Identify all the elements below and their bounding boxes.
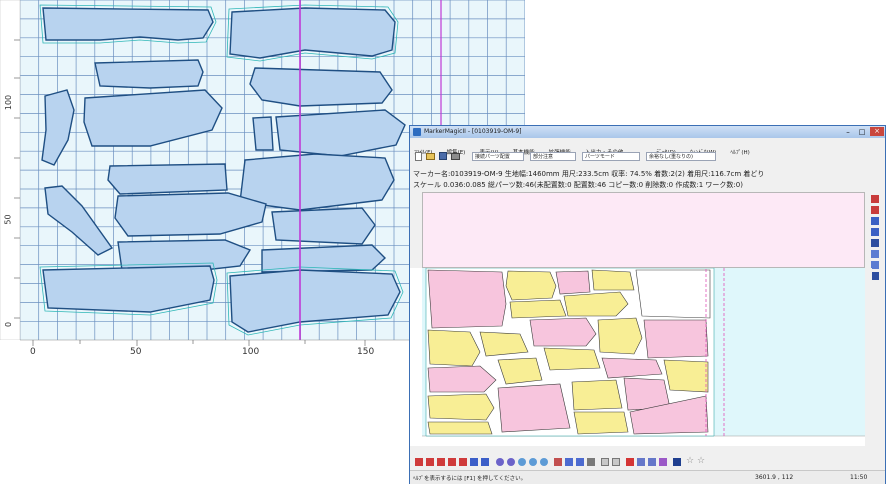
back-piece-9 (107, 163, 228, 195)
back-piece-4 (249, 67, 393, 107)
fit-view-icon[interactable] (540, 458, 548, 466)
window-title: MarkerMagicII - [0103919-OM-9] (424, 128, 522, 135)
side-flip-icon[interactable] (871, 261, 879, 269)
back-piece-2 (229, 7, 396, 59)
side-arrow-down-icon[interactable] (871, 206, 879, 214)
maximize-button[interactable]: □ (856, 128, 868, 136)
parts-mode-combo[interactable]: パーツモード (582, 152, 640, 161)
paste-icon[interactable] (648, 458, 656, 466)
back-piece-13 (271, 207, 376, 245)
flip-v-icon[interactable] (576, 458, 584, 466)
x-tick-50: 50 (130, 347, 142, 357)
star-icon-2[interactable]: ☆ (697, 456, 705, 466)
marker-piece-7 (563, 291, 629, 317)
save-icon[interactable] (439, 152, 447, 160)
flip-h-icon[interactable] (565, 458, 573, 466)
move-right-icon[interactable] (448, 458, 456, 466)
rotate-left-icon[interactable] (496, 458, 504, 466)
star-icon-1[interactable]: ☆ (686, 456, 694, 466)
move-left-icon[interactable] (437, 458, 445, 466)
select-all-icon[interactable] (601, 458, 609, 466)
marker-piece-4 (591, 269, 635, 291)
side-play-icon[interactable] (871, 239, 879, 247)
title-bar[interactable]: MarkerMagicII - [0103919-OM-9] – □ × (410, 126, 885, 138)
overlap-combo[interactable]: 余裕なし(重なりの) (646, 152, 716, 161)
marker-piece-2 (505, 270, 557, 301)
caution-combo[interactable]: 部分注意 (530, 152, 576, 161)
new-file-icon[interactable] (415, 152, 422, 161)
lock-icon[interactable] (587, 458, 595, 466)
marker-piece-3 (555, 270, 591, 295)
app-icon (413, 128, 421, 136)
marker-piece-1 (427, 269, 507, 329)
marker-piece-12 (643, 319, 709, 359)
status-bar: ﾍﾙﾌﾟを表示するには [F1] を押してください。 3601.9 , 112 … (410, 470, 885, 484)
deselect-icon[interactable] (612, 458, 620, 466)
marker-piece-19 (497, 383, 571, 433)
marker-piece-18 (427, 393, 495, 421)
marker-piece-9 (479, 331, 529, 357)
side-arrow-left-icon[interactable] (871, 228, 879, 236)
copy-icon[interactable] (637, 458, 645, 466)
marker-piece-17 (663, 359, 709, 393)
marker-info-line: マーカー名:0103919-OM-9 生地幅:1460mm 用尺:233.5cm… (413, 170, 765, 178)
marker-piece-5 (635, 269, 711, 319)
rotate-right-icon[interactable] (507, 458, 515, 466)
back-piece-10 (239, 153, 395, 211)
add-piece-icon[interactable] (470, 458, 478, 466)
open-folder-icon[interactable] (426, 153, 435, 160)
measure-icon[interactable] (659, 458, 667, 466)
y-tick-0: 0 (4, 321, 14, 328)
menu-bar: ﾌｧｲﾙ(F) 編集(E) 表示(V) 基本機能 拡張機能 入出力・その他 ﾃﾞ… (414, 139, 884, 156)
status-help-text: ﾍﾙﾌﾟを表示するには [F1] を押してください。 (413, 476, 527, 482)
delete-icon[interactable] (626, 458, 634, 466)
back-piece-1 (42, 7, 214, 41)
side-rotate-icon[interactable] (871, 250, 879, 258)
x-tick-100: 100 (242, 347, 260, 357)
triangle-icon[interactable] (673, 458, 681, 466)
zoom-in-icon[interactable] (518, 458, 526, 466)
marker-piece-22 (427, 421, 493, 435)
marker-piece-20 (571, 379, 623, 411)
move-up-icon[interactable] (415, 458, 423, 466)
marker-canvas[interactable] (410, 268, 872, 446)
status-time: 11:50 (850, 474, 868, 481)
bottom-toolbar: ☆ ☆ (410, 456, 885, 468)
back-piece-3 (94, 59, 204, 89)
marker-piece-11 (597, 317, 643, 355)
zoom-out-icon[interactable] (529, 458, 537, 466)
jump-icon[interactable] (459, 458, 467, 466)
marker-piece-14 (497, 357, 543, 385)
marker-piece-23 (573, 411, 629, 435)
print-icon[interactable] (451, 153, 460, 160)
unplaced-area[interactable] (422, 192, 865, 268)
y-tick-50: 50 (3, 214, 13, 225)
side-arrow-right-icon[interactable] (871, 217, 879, 225)
front-window: MarkerMagicII - [0103919-OM-9] – □ × ﾌｧｲ… (409, 125, 886, 484)
status-coordinates: 3601.9 , 112 (755, 474, 794, 481)
x-tick-0: 0 (30, 347, 36, 357)
side-mirror-icon[interactable] (871, 272, 879, 280)
marker-piece-10 (529, 317, 597, 347)
back-piece-7 (252, 116, 274, 151)
toolbar: 接続パーツ配置 部分注意 パーツモード 余裕なし(重なりの) (410, 150, 885, 164)
close-button[interactable]: × (870, 127, 884, 136)
marker-piece-15 (543, 347, 601, 371)
placement-combo[interactable]: 接続パーツ配置 (472, 152, 524, 161)
move-down-icon[interactable] (426, 458, 434, 466)
x-tick-150: 150 (357, 347, 375, 357)
grid-toggle-icon[interactable] (554, 458, 562, 466)
scale-info-line: スケール 0.036:0.085 総パーツ数:46(未配置数:0 配置数:46 … (413, 181, 743, 189)
remove-piece-icon[interactable] (481, 458, 489, 466)
marker-piece-6 (509, 299, 567, 319)
minimize-button[interactable]: – (842, 128, 854, 136)
side-arrow-up-icon[interactable] (871, 195, 879, 203)
y-tick-100: 100 (4, 94, 14, 111)
